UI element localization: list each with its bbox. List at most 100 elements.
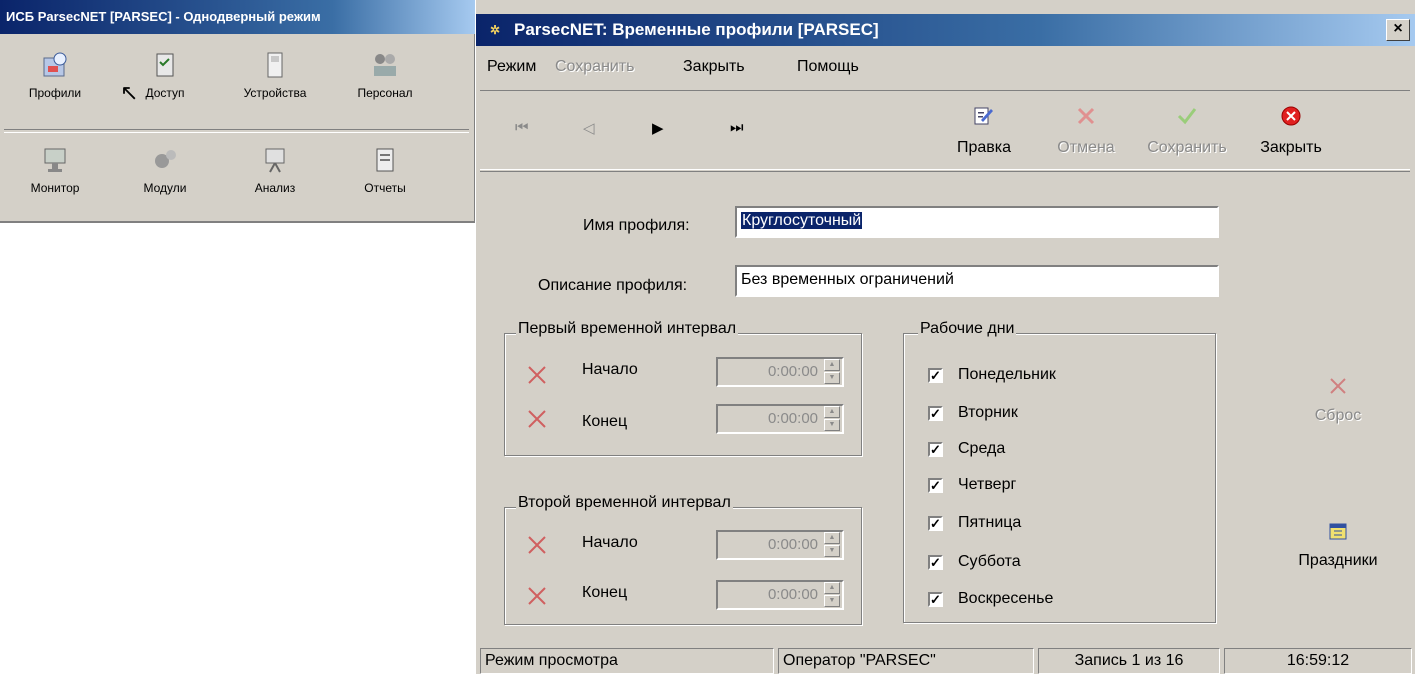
clear-end-1-icon[interactable]: [526, 408, 548, 430]
spin-down-icon[interactable]: ▼: [824, 419, 840, 431]
modules-label: Модули: [143, 181, 187, 195]
toolbar: ⏮ ◁ ▶ ⏭ Правка Отмена Сохранить Закрыть: [480, 90, 1410, 170]
interval1-end-value: 0:00:00: [767, 410, 818, 427]
edit-button[interactable]: Правка: [944, 105, 1024, 157]
personnel-label: Персонал: [357, 86, 413, 100]
reset-label: Сброс: [1314, 407, 1362, 424]
interval2-end-spinner[interactable]: 0:00:00 ▲ ▼: [716, 580, 844, 610]
modules-icon: [155, 150, 176, 168]
profile-name-field[interactable]: Круглосуточный: [735, 206, 1219, 238]
checkbox-mark: ✓: [928, 442, 943, 457]
wednesday-label: Среда: [958, 440, 1006, 457]
profile-name-value: Круглосуточный: [741, 212, 863, 229]
reports-icon: [376, 148, 394, 172]
profile-description-label: Описание профиля:: [538, 277, 688, 294]
interval2-end-label: Конец: [582, 584, 628, 601]
checkbox-mark: ✓: [928, 406, 943, 421]
personnel-icon: [374, 54, 396, 76]
interval1-end-label: Конец: [582, 413, 628, 430]
save-label: Сохранить: [1147, 139, 1227, 156]
launcher-title: ИСБ ParsecNET [PARSEC] - Однодверный реж…: [0, 0, 475, 34]
interval1-start-value: 0:00:00: [767, 363, 818, 380]
first-record-button[interactable]: ⏮: [515, 119, 529, 136]
save-button[interactable]: Сохранить: [1147, 105, 1227, 157]
reset-x-icon: [1330, 378, 1346, 394]
thursday-label: Четверг: [958, 476, 1017, 493]
spin-down-icon[interactable]: ▼: [824, 545, 840, 557]
close-red-icon: [1281, 106, 1301, 126]
menu-save[interactable]: Сохранить: [555, 58, 635, 76]
reset-button[interactable]: Сброс: [1283, 375, 1393, 425]
mouse-cursor-icon: ↖: [120, 80, 139, 105]
monitor-button[interactable]: Монитор: [0, 133, 110, 221]
cancel-icon: [1077, 107, 1095, 125]
workdays-legend: Рабочие дни: [918, 320, 1017, 338]
interval2-start-value: 0:00:00: [767, 536, 818, 553]
save-check-icon: [1177, 108, 1197, 125]
analysis-label: Анализ: [254, 181, 296, 195]
interval2-start-spinner[interactable]: 0:00:00 ▲ ▼: [716, 530, 844, 560]
app-icon: ✲: [490, 23, 501, 37]
reports-button[interactable]: Отчеты: [330, 133, 440, 221]
profiles-label: Профили: [28, 86, 82, 100]
time-profiles-window: ✲ ParsecNET: Временные профили [PARSEC] …: [475, 0, 1415, 674]
status-bar: Режим просмотра Оператор "PARSEC" Запись…: [476, 646, 1415, 674]
clear-end-2-icon[interactable]: [526, 585, 548, 607]
devices-label: Устройства: [243, 86, 307, 100]
window-close-button[interactable]: ×: [1386, 19, 1410, 41]
analysis-icon: [265, 148, 285, 173]
menu-mode[interactable]: Режим: [487, 58, 536, 76]
status-time: 16:59:12: [1224, 648, 1412, 674]
saturday-label: Суббота: [958, 553, 1021, 570]
profile-name-label: Имя профиля:: [583, 217, 690, 234]
edit-icon: [974, 107, 993, 125]
close-label: Закрыть: [1260, 139, 1322, 156]
menu-help[interactable]: Помощь: [797, 58, 859, 76]
status-record: Запись 1 из 16: [1038, 648, 1220, 674]
next-record-button[interactable]: ▶: [652, 119, 664, 137]
checkbox-mark: ✓: [928, 478, 943, 493]
monday-label: Понедельник: [958, 366, 1056, 383]
spin-down-icon[interactable]: ▼: [824, 595, 840, 607]
holidays-button[interactable]: Праздники: [1283, 520, 1393, 570]
modules-button[interactable]: Модули: [110, 133, 220, 221]
personnel-button[interactable]: Персонал: [330, 38, 440, 126]
cancel-button[interactable]: Отмена: [1046, 105, 1126, 157]
analysis-button[interactable]: Анализ: [220, 133, 330, 221]
spin-up-icon[interactable]: ▲: [824, 359, 840, 371]
monitor-label: Монитор: [30, 181, 80, 195]
interval1-end-spinner[interactable]: 0:00:00 ▲ ▼: [716, 404, 844, 434]
close-button[interactable]: Закрыть: [1251, 105, 1331, 157]
cancel-label: Отмена: [1057, 139, 1115, 156]
status-mode: Режим просмотра: [480, 648, 774, 674]
interval1-start-label: Начало: [582, 361, 638, 378]
holidays-label: Праздники: [1298, 552, 1378, 569]
profiles-button[interactable]: Профили: [0, 38, 110, 126]
devices-icon: [267, 52, 283, 78]
clear-start-2-icon[interactable]: [526, 534, 548, 556]
reports-label: Отчеты: [364, 181, 406, 195]
edit-label: Правка: [956, 139, 1012, 156]
monitor-icon: [44, 148, 66, 172]
spin-up-icon[interactable]: ▲: [824, 532, 840, 544]
calendar-icon: [1329, 523, 1347, 540]
devices-button[interactable]: Устройства: [220, 38, 330, 126]
spin-up-icon[interactable]: ▲: [824, 406, 840, 418]
checkbox-mark: ✓: [928, 516, 943, 531]
profile-description-field[interactable]: Без временных ограничений: [735, 265, 1219, 297]
interval2-end-value: 0:00:00: [767, 586, 818, 603]
checkbox-mark: ✓: [928, 368, 943, 383]
menu-bar: Режим Сохранить Закрыть Помощь: [476, 48, 1415, 88]
last-record-button[interactable]: ⏭: [730, 119, 744, 136]
tuesday-label: Вторник: [958, 404, 1018, 421]
status-operator: Оператор "PARSEC": [778, 648, 1034, 674]
spin-down-icon[interactable]: ▼: [824, 372, 840, 384]
friday-label: Пятница: [958, 514, 1022, 531]
checkbox-mark: ✓: [928, 555, 943, 570]
clear-start-1-icon[interactable]: [526, 364, 548, 386]
menu-close[interactable]: Закрыть: [683, 58, 745, 76]
spin-up-icon[interactable]: ▲: [824, 582, 840, 594]
interval1-start-spinner[interactable]: 0:00:00 ▲ ▼: [716, 357, 844, 387]
prev-record-button[interactable]: ◁: [583, 119, 595, 137]
workdays-group: [903, 333, 1216, 623]
